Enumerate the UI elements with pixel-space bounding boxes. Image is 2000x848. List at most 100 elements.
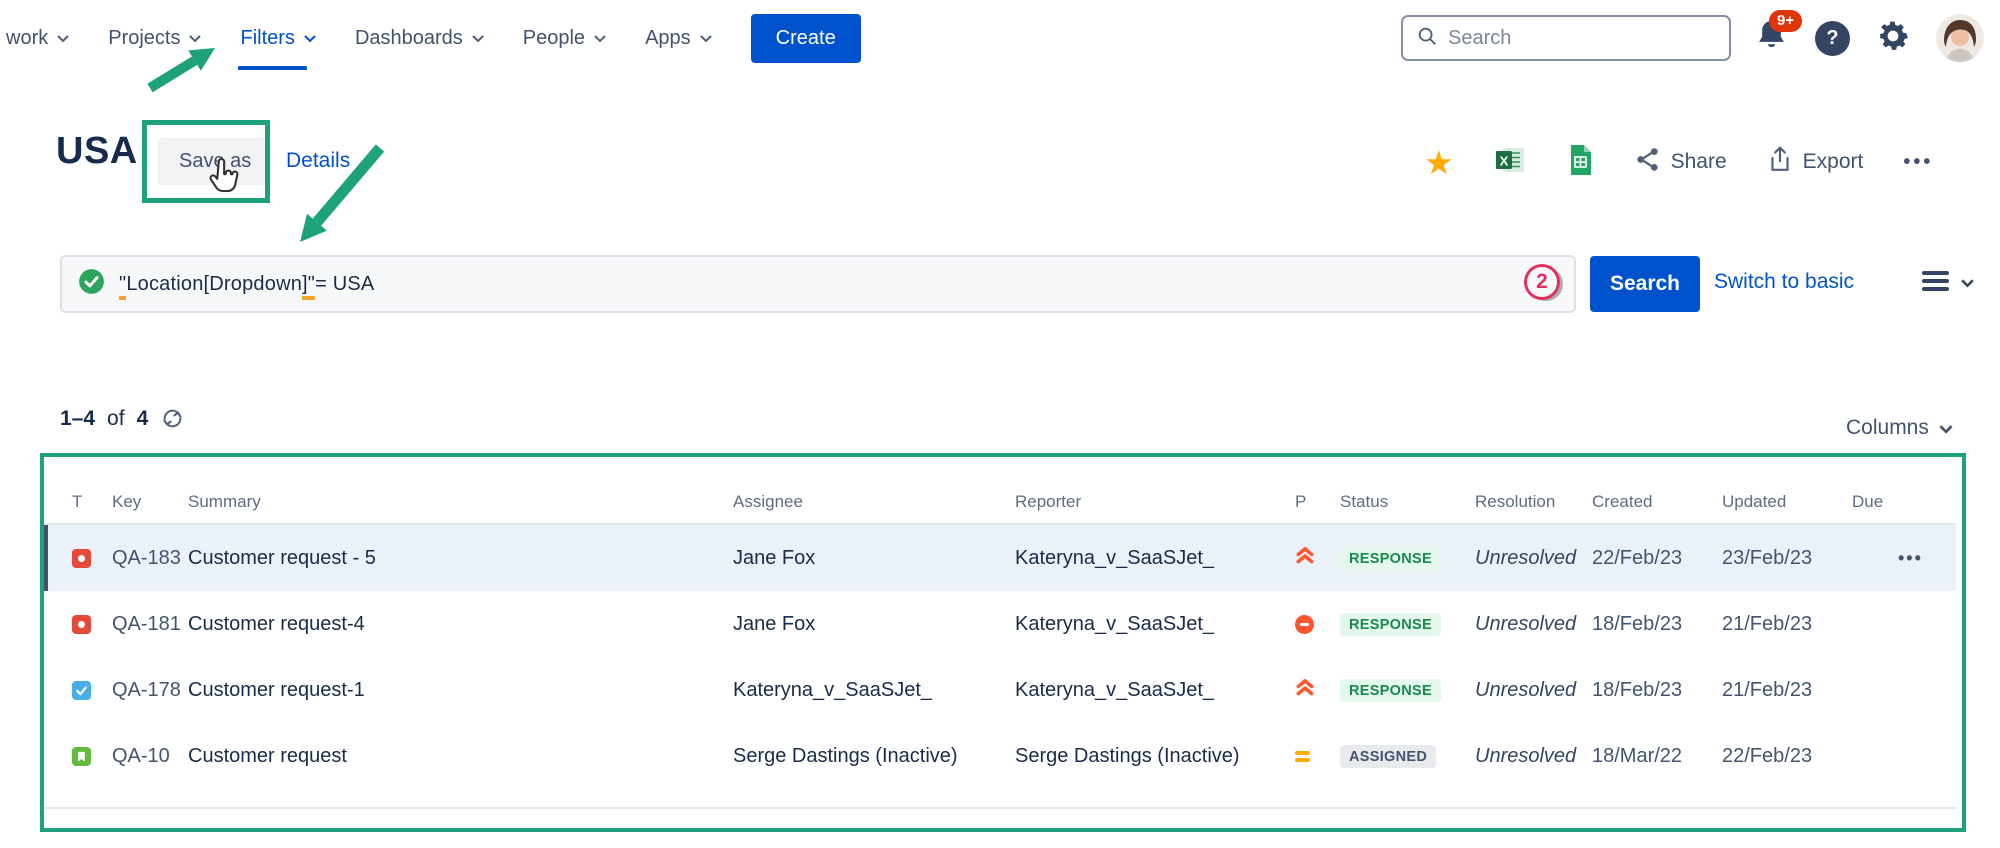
issue-resolution: Unresolved [1475,613,1592,636]
col-header-priority[interactable]: P [1295,492,1340,512]
settings-button[interactable] [1874,17,1912,60]
nav-item-projects[interactable]: Projects [108,27,202,50]
svg-text:X: X [1499,153,1508,168]
nav-item-apps[interactable]: Apps [645,27,713,50]
create-button[interactable]: Create [751,14,861,63]
priority-blocker-icon [1295,615,1314,634]
details-link[interactable]: Details [286,149,350,173]
header-actions: ★ X Share Export ••• [1424,142,1933,182]
issue-resolution: Unresolved [1475,547,1592,570]
gear-icon [1874,42,1912,59]
jql-query-input[interactable]: "Location[Dropdown]"= USA [60,255,1576,313]
issue-created: 18/Feb/23 [1592,613,1722,636]
hamburger-icon [1922,270,1952,297]
issue-resolution: Unresolved [1475,745,1592,768]
issue-summary[interactable]: Customer request [188,745,733,768]
save-as-button[interactable]: Save as [158,138,272,185]
chevron-down-icon [1960,275,1975,293]
switch-to-basic-link[interactable]: Switch to basic [1714,270,1854,294]
nav-item-your-work[interactable]: work [6,27,70,50]
issue-reporter[interactable]: Kateryna_v_SaaSJet_ [1015,547,1295,570]
issue-assignee[interactable]: Kateryna_v_SaaSJet_ [733,679,1015,702]
nav-item-filters[interactable]: Filters [240,27,316,50]
results-of: of [107,407,125,431]
col-header-assignee[interactable]: Assignee [733,492,1015,512]
task-icon [72,681,91,700]
export-button[interactable]: Export [1767,145,1864,179]
avatar[interactable] [1936,14,1984,62]
refresh-icon[interactable] [160,406,185,431]
columns-label: Columns [1846,416,1929,440]
bell-icon [1755,41,1788,58]
issue-table: T Key Summary Assignee Reporter P Status… [44,465,1956,789]
issue-key[interactable]: QA-183 [112,547,188,570]
page-title: USA [56,130,138,173]
google-sheets-icon[interactable] [1566,144,1594,181]
share-label: Share [1671,150,1727,174]
issue-assignee[interactable]: Jane Fox [733,547,1015,570]
search-icon [1416,25,1438,52]
issue-reporter[interactable]: Serge Dastings (Inactive) [1015,745,1295,768]
nav-item-label: People [523,27,585,50]
issue-summary[interactable]: Customer request-4 [188,613,733,636]
issue-updated: 22/Feb/23 [1722,745,1852,768]
row-actions-button[interactable]: ••• [1898,548,1956,569]
more-actions-button[interactable]: ••• [1903,151,1933,174]
export-label: Export [1803,150,1864,174]
issue-key[interactable]: QA-10 [112,745,188,768]
nav-item-label: Dashboards [355,27,463,50]
issue-reporter[interactable]: Kateryna_v_SaaSJet_ [1015,679,1295,702]
share-icon [1634,146,1661,179]
col-header-key[interactable]: Key [112,492,188,512]
issue-key[interactable]: QA-178 [112,679,188,702]
issue-resolution: Unresolved [1475,679,1592,702]
help-button[interactable]: ? [1815,21,1850,56]
col-header-resolution[interactable]: Resolution [1475,492,1592,512]
col-header-status[interactable]: Status [1340,492,1475,512]
favorite-star-icon[interactable]: ★ [1424,146,1454,179]
issue-summary[interactable]: Customer request-1 [188,679,733,702]
share-button[interactable]: Share [1634,146,1727,179]
chevron-down-icon [699,34,713,43]
nav-item-label: Filters [240,27,294,50]
issue-assignee[interactable]: Serge Dastings (Inactive) [733,745,1015,768]
chevron-down-icon [1938,416,1954,440]
query-options-menu[interactable] [1922,270,1975,297]
issue-reporter[interactable]: Kateryna_v_SaaSJet_ [1015,613,1295,636]
status-badge: RESPONSE [1340,547,1441,571]
global-search-input[interactable] [1448,27,1716,50]
chevron-down-icon [303,34,317,43]
results-range: 1–4 [60,407,95,431]
export-icon [1767,145,1793,179]
jql-field: Location[Dropdown [126,273,302,295]
issue-row[interactable]: QA-178 Customer request-1 Kateryna_v_Saa… [44,657,1956,723]
jql-close-quote: ]" [302,273,315,300]
col-header-created[interactable]: Created [1592,492,1722,512]
chevron-down-icon [188,34,202,43]
issue-key[interactable]: QA-181 [112,613,188,636]
issue-row[interactable]: QA-10 Customer request Serge Dastings (I… [44,723,1956,789]
issue-created: 18/Mar/22 [1592,745,1722,768]
nav-item-dashboards[interactable]: Dashboards [355,27,485,50]
issue-assignee[interactable]: Jane Fox [733,613,1015,636]
issue-summary[interactable]: Customer request - 5 [188,547,733,570]
col-header-type[interactable]: T [72,492,112,512]
bug-icon [72,549,91,568]
issue-row[interactable]: QA-183 Customer request - 5 Jane Fox Kat… [44,525,1956,591]
col-header-due[interactable]: Due [1852,492,1898,512]
col-header-updated[interactable]: Updated [1722,492,1852,512]
col-header-summary[interactable]: Summary [188,492,733,512]
nav-item-people[interactable]: People [523,27,607,50]
table-header-row: T Key Summary Assignee Reporter P Status… [44,465,1956,525]
search-button[interactable]: Search [1590,256,1700,312]
col-header-reporter[interactable]: Reporter [1015,492,1295,512]
columns-dropdown[interactable]: Columns [1846,416,1954,440]
priority-high-icon [1295,677,1340,703]
chevron-down-icon [471,34,485,43]
notifications-button[interactable]: 9+ [1755,18,1791,58]
global-search-box[interactable] [1401,15,1731,61]
issue-row[interactable]: QA-181 Customer request-4 Jane Fox Kater… [44,591,1956,657]
status-badge: ASSIGNED [1340,745,1436,769]
excel-export-icon[interactable]: X [1494,144,1526,181]
nav-right-cluster: 9+ ? [1401,0,1984,76]
